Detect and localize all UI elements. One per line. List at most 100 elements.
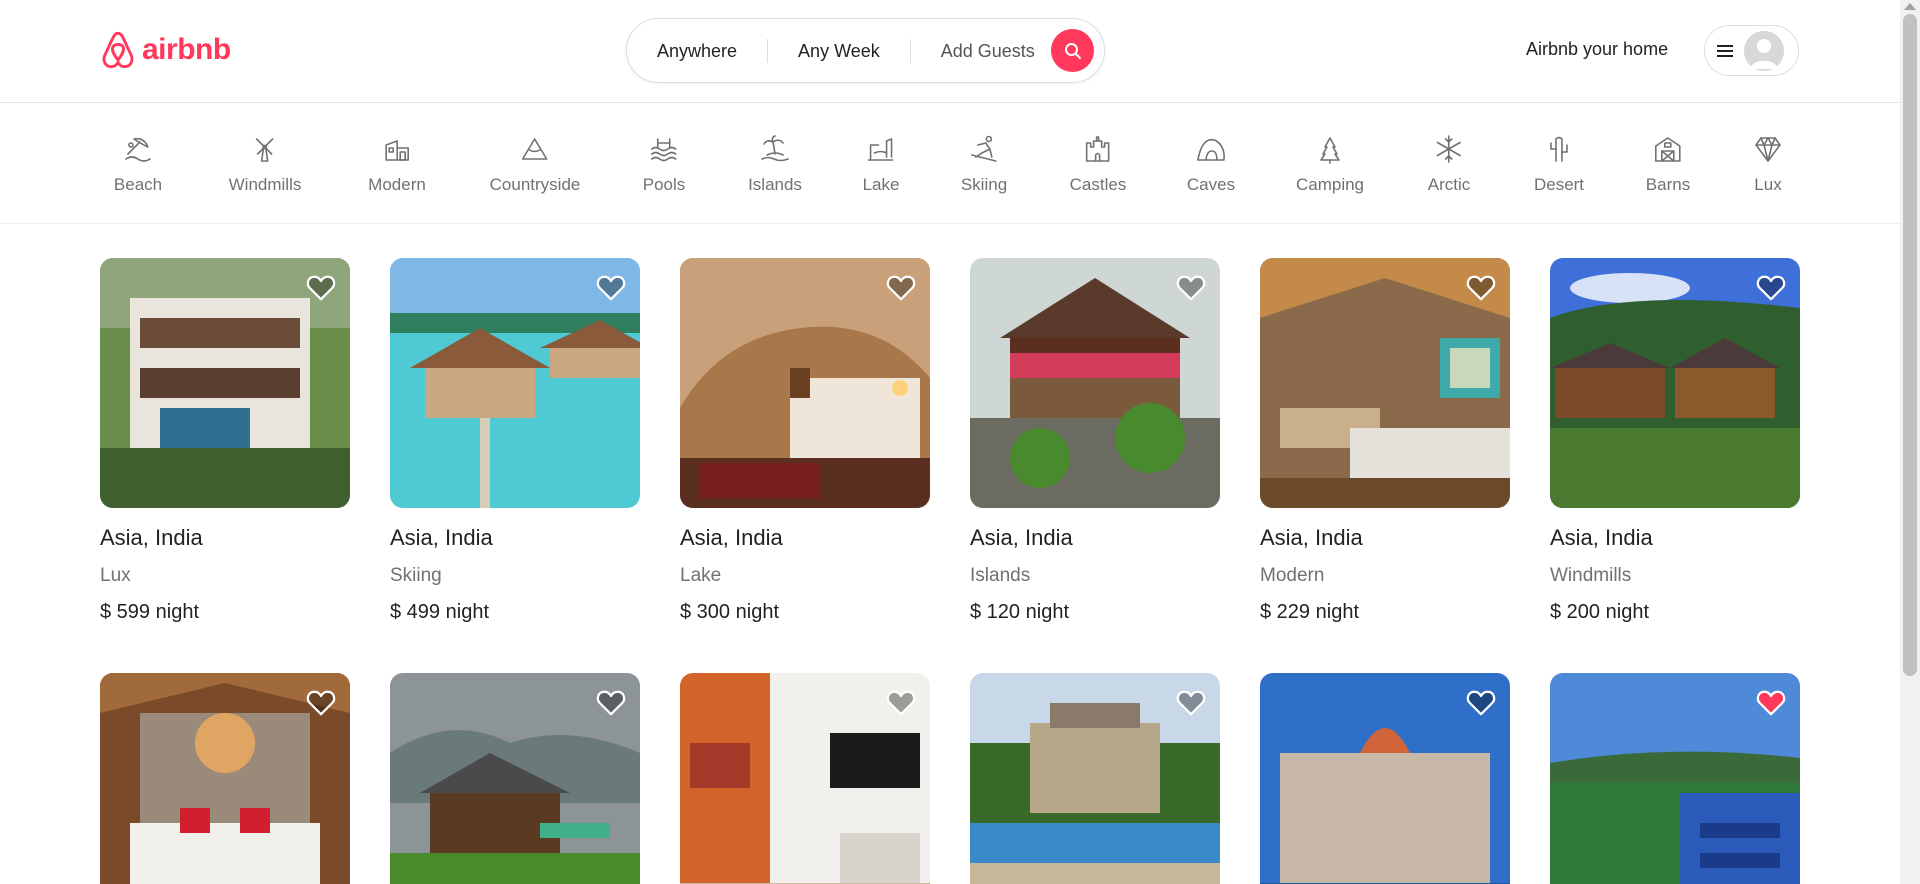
mountain-icon bbox=[522, 138, 548, 160]
category-beach[interactable]: Beach bbox=[114, 133, 162, 195]
listing-location: Asia, India bbox=[390, 525, 493, 550]
listing-photo[interactable] bbox=[970, 673, 1220, 884]
category-camping[interactable]: Camping bbox=[1296, 133, 1364, 195]
airbnb-logo-icon bbox=[102, 31, 134, 69]
category-label: Barns bbox=[1645, 175, 1691, 194]
heart-icon[interactable] bbox=[1176, 274, 1206, 302]
island-icon bbox=[761, 135, 789, 162]
category-skiing[interactable]: Skiing bbox=[961, 133, 1007, 195]
category-modern[interactable]: Modern bbox=[368, 133, 426, 195]
logo-text: airbnb bbox=[142, 33, 231, 66]
listing-photo[interactable] bbox=[1260, 258, 1510, 508]
listing-card[interactable]: Asia, India Modern $ 229 night bbox=[1260, 258, 1510, 624]
heart-icon[interactable] bbox=[1756, 274, 1786, 302]
category-desert[interactable]: Desert bbox=[1534, 133, 1584, 195]
search-add-guests[interactable]: Add Guests bbox=[911, 39, 1065, 63]
listing-card[interactable]: Asia, India Skiing $ 499 night bbox=[390, 258, 640, 624]
heart-icon[interactable] bbox=[886, 689, 916, 717]
top-navbar: airbnb Anywhere Any Week Add Guests Airb… bbox=[0, 0, 1900, 103]
listing-card[interactable]: Asia, India Lux $ 599 night bbox=[100, 258, 350, 624]
category-castles[interactable]: Castles bbox=[1070, 133, 1126, 195]
windmill-icon bbox=[256, 138, 274, 162]
scroll-thumb[interactable] bbox=[1903, 14, 1917, 676]
cactus-icon bbox=[1550, 136, 1568, 162]
camping-icon bbox=[1320, 137, 1340, 164]
category-arctic[interactable]: Arctic bbox=[1428, 133, 1470, 195]
category-label: Lux bbox=[1754, 175, 1782, 194]
category-bar: Beach Windmills Modern Countryside Pools… bbox=[0, 103, 1900, 224]
scroll-up-arrow[interactable] bbox=[1904, 3, 1916, 10]
search-bar[interactable]: Anywhere Any Week Add Guests bbox=[626, 18, 1105, 83]
listing-photo[interactable] bbox=[390, 673, 640, 884]
listing-card[interactable] bbox=[1260, 673, 1510, 884]
listing-photo[interactable] bbox=[100, 673, 350, 884]
castle-icon bbox=[1086, 136, 1110, 162]
category-label: Pools bbox=[642, 175, 686, 194]
category-label: Modern bbox=[368, 175, 426, 194]
listing-price-value: $ 599 bbox=[100, 601, 151, 623]
category-label: Countryside bbox=[489, 175, 581, 194]
heart-icon[interactable] bbox=[306, 274, 336, 302]
listing-price-unit: night bbox=[735, 601, 779, 623]
category-islands[interactable]: Islands bbox=[748, 133, 802, 195]
listing-price-value: $ 120 bbox=[970, 601, 1021, 623]
listing-photo[interactable] bbox=[1550, 258, 1800, 508]
category-barns[interactable]: Barns bbox=[1646, 133, 1690, 195]
search-anywhere[interactable]: Anywhere bbox=[627, 39, 767, 63]
listing-card[interactable] bbox=[390, 673, 640, 884]
listing-card[interactable] bbox=[1550, 673, 1800, 884]
listing-photo[interactable] bbox=[680, 258, 930, 508]
listing-price: $ 229 night bbox=[1260, 601, 1510, 624]
listing-category: Windmills bbox=[1550, 565, 1632, 586]
airbnb-logo[interactable]: airbnb bbox=[100, 30, 231, 70]
listing-photo[interactable] bbox=[100, 258, 350, 508]
heart-icon[interactable] bbox=[1756, 689, 1786, 717]
listing-photo[interactable] bbox=[680, 673, 930, 884]
heart-icon[interactable] bbox=[1176, 689, 1206, 717]
listing-price-unit: night bbox=[1025, 601, 1069, 623]
user-menu-button[interactable] bbox=[1704, 25, 1799, 76]
category-caves[interactable]: Caves bbox=[1187, 133, 1235, 195]
listing-photo[interactable] bbox=[1550, 673, 1800, 884]
listing-photo[interactable] bbox=[390, 258, 640, 508]
cave-icon bbox=[1197, 138, 1226, 161]
category-label: Caves bbox=[1186, 175, 1236, 194]
category-lux[interactable]: Lux bbox=[1752, 133, 1784, 195]
heart-icon[interactable] bbox=[306, 689, 336, 717]
listing-card[interactable] bbox=[680, 673, 930, 884]
listing-card[interactable]: Asia, India Islands $ 120 night bbox=[970, 258, 1220, 624]
listing-category: Modern bbox=[1260, 565, 1325, 586]
avatar bbox=[1744, 30, 1784, 71]
listing-category: Lake bbox=[680, 565, 722, 586]
airbnb-your-home-link[interactable]: Airbnb your home bbox=[1526, 39, 1668, 60]
heart-icon[interactable] bbox=[1466, 689, 1496, 717]
listing-price-value: $ 200 bbox=[1550, 601, 1601, 623]
search-any-week[interactable]: Any Week bbox=[768, 39, 910, 63]
category-lake[interactable]: Lake bbox=[863, 133, 899, 195]
listing-price-value: $ 300 bbox=[680, 601, 731, 623]
listing-location: Asia, India bbox=[1260, 525, 1363, 550]
heart-icon[interactable] bbox=[886, 274, 916, 302]
listing-price: $ 120 night bbox=[970, 601, 1220, 624]
category-windmills[interactable]: Windmills bbox=[229, 133, 301, 195]
category-countryside[interactable]: Countryside bbox=[489, 133, 581, 195]
lake-icon bbox=[868, 138, 894, 161]
search-button[interactable] bbox=[1051, 29, 1094, 72]
heart-icon[interactable] bbox=[1466, 274, 1496, 302]
category-pools[interactable]: Pools bbox=[642, 133, 686, 195]
category-label: Islands bbox=[748, 175, 802, 194]
listing-price-unit: night bbox=[1605, 601, 1649, 623]
user-avatar-icon bbox=[1744, 30, 1784, 71]
listing-location: Asia, India bbox=[100, 525, 203, 550]
listing-card[interactable] bbox=[970, 673, 1220, 884]
listing-photo[interactable] bbox=[1260, 673, 1510, 884]
vertical-scrollbar[interactable] bbox=[1900, 0, 1920, 884]
listing-category: Skiing bbox=[390, 565, 442, 586]
listing-card[interactable]: Asia, India Windmills $ 200 night bbox=[1550, 258, 1800, 624]
listing-photo[interactable] bbox=[970, 258, 1220, 508]
pool-icon bbox=[651, 138, 677, 162]
heart-icon[interactable] bbox=[596, 274, 626, 302]
listing-card[interactable]: Asia, India Lake $ 300 night bbox=[680, 258, 930, 624]
listing-card[interactable] bbox=[100, 673, 350, 884]
heart-icon[interactable] bbox=[596, 689, 626, 717]
